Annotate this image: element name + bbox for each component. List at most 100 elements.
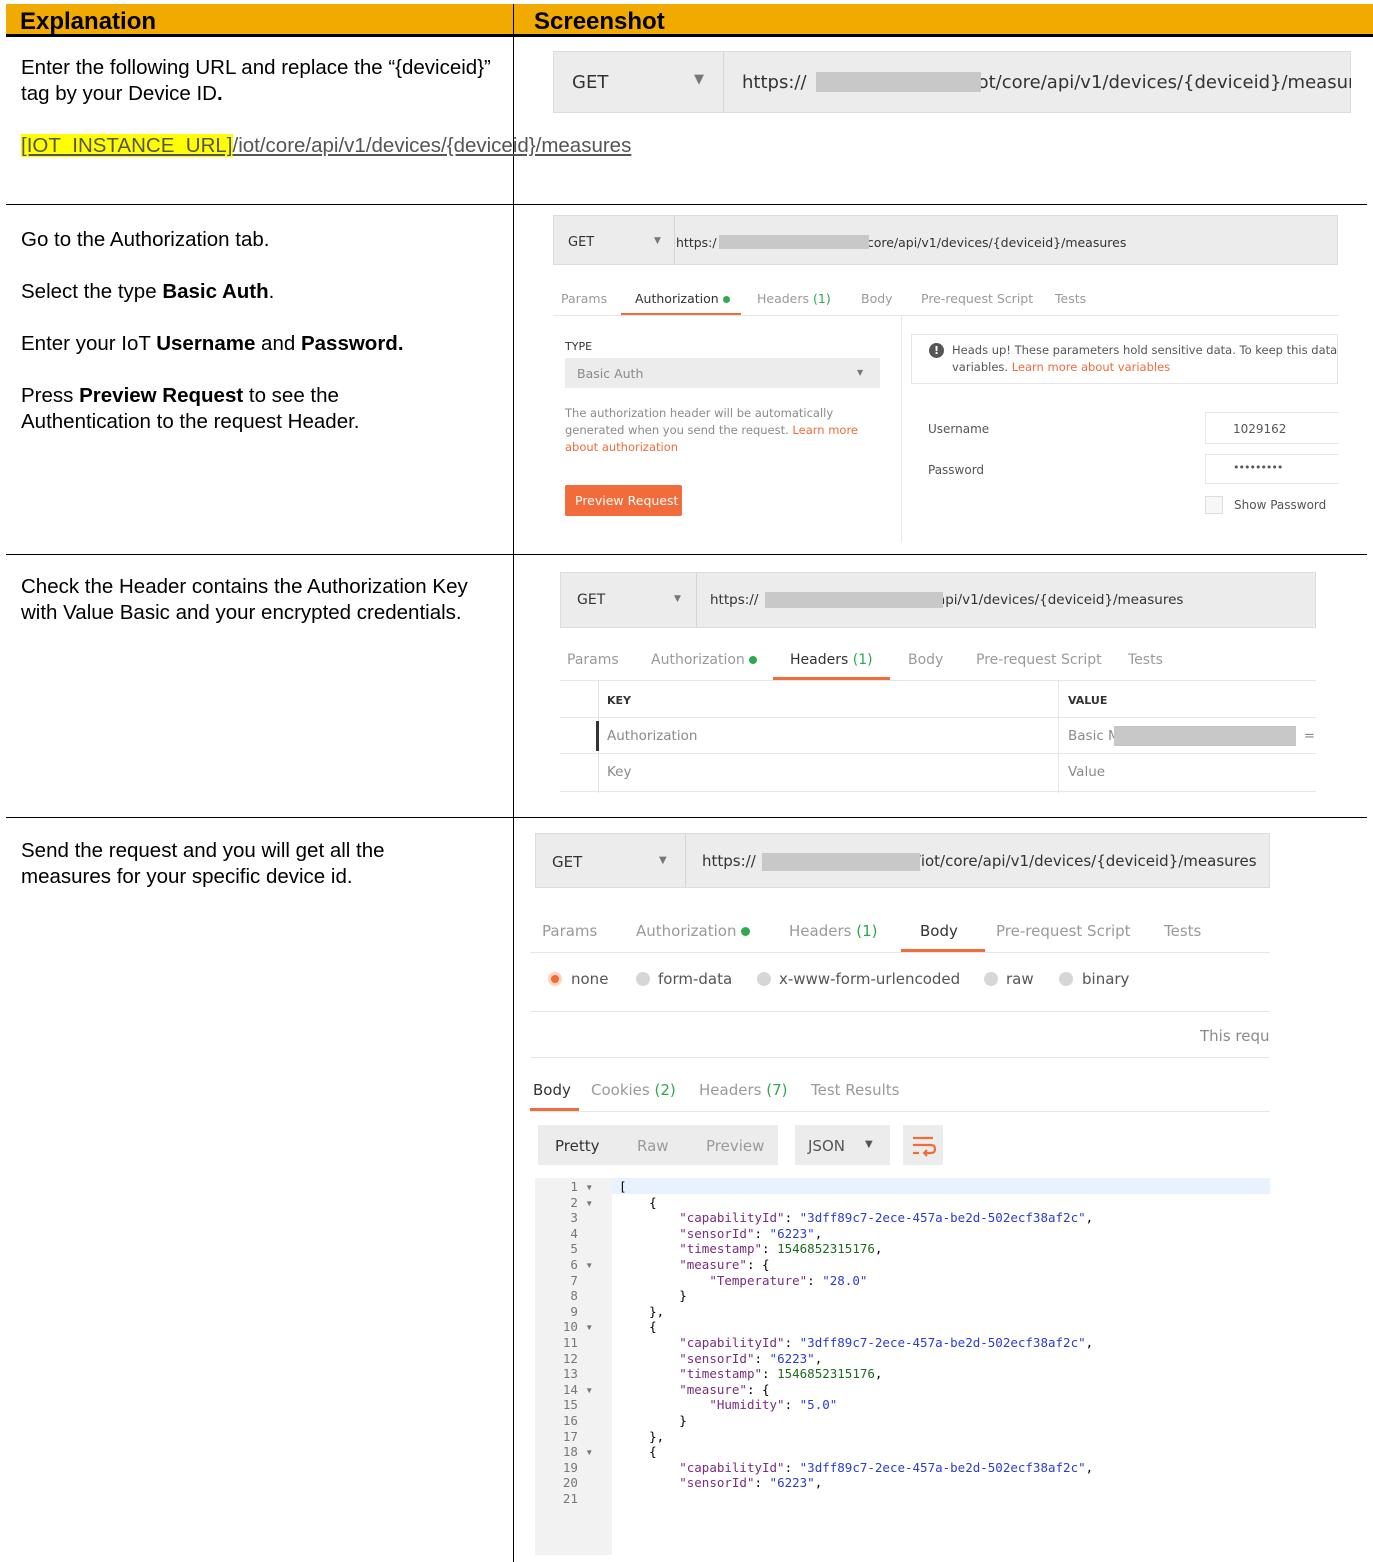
screenshot-url-entry: GET ▼ https:// /iot/core/api/v1/devices/{… [553,51,1351,117]
row4-explanation: Send the request and you will get all th… [21,839,385,888]
alert-icon: ! [929,343,944,358]
radio-binary[interactable] [1059,972,1073,986]
learn-more-variables-link[interactable]: Learn more about variables [1012,360,1170,374]
redaction-bar [719,235,869,249]
tab-pre-request-script[interactable]: Pre-request Script [976,652,1102,668]
section-divider [530,1011,1270,1012]
tab-headers[interactable]: Headers (1) [789,922,877,940]
column-divider [513,4,514,1562]
json-string: "5.0" [799,1397,838,1413]
row1-instruction: Enter the following URL and replace the … [21,55,507,107]
screenshot-authorization: GET ▼ https:/ /core/api/v1/devices/{devic… [553,215,1338,541]
preview-request-button[interactable]: Preview Request [565,485,682,516]
sensitive-data-notice: ! Heads up! These parameters hold sensit… [911,334,1338,384]
row-cursor-marker [596,721,599,751]
tab-params[interactable]: Params [567,652,619,668]
iot-url-link[interactable]: [IOT_INSTANCE_URL]/iot/core/api/v1/devic… [21,133,631,159]
tab-pre-request-script[interactable]: Pre-request Script [996,922,1131,940]
tab-tests[interactable]: Tests [1128,652,1163,668]
header-key-placeholder[interactable]: Key [607,764,631,780]
tab-test-results[interactable]: Test Results [811,1081,899,1099]
json-string: "28.0" [822,1272,868,1288]
preview-request-label: Preview Request [575,493,679,508]
username-label: Username [928,422,990,436]
tab-authorization[interactable]: Authorization [635,291,730,306]
format-value: JSON [808,1137,845,1155]
notice-text: Heads up! These parameters hold sensitiv… [952,343,1338,357]
method-label: GET [577,592,606,608]
row-divider [6,817,1367,818]
tab-cookies[interactable]: Cookies (2) [591,1081,676,1099]
password-field[interactable]: ••••••••• [1205,454,1338,484]
view-pretty-button[interactable]: Pretty [555,1137,600,1155]
show-password-label: Show Password [1234,498,1327,512]
step-text: and [255,332,301,355]
json-string: "3dff89c7-2ece-457a-be2d-502ecf38af2c" [799,1459,1086,1475]
header-value-text: Basic M [1068,728,1120,744]
method-select[interactable]: GET ▼ [561,573,697,627]
row-divider [6,554,1367,555]
url-prefix: https:// [742,72,807,93]
method-select[interactable]: GET ▼ [554,216,675,264]
response-code-viewer[interactable]: 1 ▾ 2 ▾ 3 4 5 6 ▾ 7 8 9 10 ▾ 11 12 13 14 ▾ 15… [535,1178,1270,1555]
screenshot-column-header: Screenshot [534,8,665,35]
view-raw-button[interactable]: Raw [637,1137,669,1155]
tab-tests[interactable]: Tests [1164,922,1201,940]
tab-body[interactable]: Body [861,291,893,306]
tab-response-headers[interactable]: Headers (7) [699,1081,787,1099]
tab-authorization[interactable]: Authorization [651,652,758,668]
tab-body[interactable]: Body [920,922,958,940]
username-field[interactable]: 1029162 [1205,412,1338,444]
json-key: "measure" [679,1256,747,1272]
url-path: /iot/core/api/v1/devices/{deviceid}/meas… [232,134,632,157]
auth-type-select[interactable]: Basic Auth ▼ [565,358,880,388]
status-dot-icon [749,656,758,664]
tab-label: Headers [699,1081,762,1099]
tabs-divider [530,952,1270,953]
tab-tests[interactable]: Tests [1055,291,1086,306]
tabs-divider [553,315,1338,316]
show-password-checkbox[interactable] [1205,496,1223,514]
panel-divider [901,315,902,541]
json-number: 1546852315176 [777,1366,875,1382]
request-url-bar: GET ▼ https:/ /core/api/v1/devices/{devic… [553,215,1338,265]
row1-explanation: Enter the following URL and replace the … [21,55,631,159]
tab-body[interactable]: Body [908,652,943,668]
tab-headers[interactable]: Headers (1) [790,652,873,668]
line-numbers: 1 ▾ 2 ▾ 3 4 5 6 ▾ 7 8 9 10 ▾ 11 12 13 14 ▾ 15… [562,1179,593,1506]
headers-count-badge: (1) [813,291,831,306]
column-header-value: VALUE [1068,694,1108,707]
json-key: "sensorId" [679,1350,755,1366]
tab-params[interactable]: Params [542,922,597,940]
header-value-placeholder[interactable]: Value [1068,764,1105,780]
tab-label: Headers [789,922,852,940]
tab-response-body[interactable]: Body [533,1081,571,1099]
request-url-bar: GET ▼ https:// /api/v1/devices/{deviceid}… [560,572,1316,628]
tab-params[interactable]: Params [561,291,607,306]
status-dot-icon [722,296,730,303]
format-select[interactable]: JSON ▼ [795,1125,890,1165]
radio-raw[interactable] [984,972,998,986]
method-select[interactable]: GET ▼ [536,834,686,887]
step-text: Enter your IoT [21,332,157,355]
row3-explanation: Check the Header contains the Authorizat… [21,575,468,624]
type-label: TYPE [565,340,593,353]
method-select[interactable]: GET ▼ [554,52,724,112]
wrap-lines-button[interactable] [903,1125,943,1165]
radio-none[interactable] [548,972,562,986]
json-number: 1546852315176 [777,1241,875,1257]
tab-pre-request-script[interactable]: Pre-request Script [921,291,1033,306]
step-text: . [268,280,275,303]
json-string: "6223" [769,1475,815,1491]
radio-x-www-form-urlencoded[interactable] [757,972,771,986]
response-headers-count-badge: (7) [766,1081,788,1099]
tab-authorization[interactable]: Authorization [636,922,751,940]
method-label: GET [552,853,583,871]
table-header: Explanation Screenshot [6,4,1373,37]
redaction-bar [762,853,920,871]
view-preview-button[interactable]: Preview [706,1137,764,1155]
radio-form-data[interactable] [636,972,650,986]
tab-headers[interactable]: Headers (1) [757,291,831,306]
header-key-authorization[interactable]: Authorization [607,728,697,744]
explanation-column-header: Explanation [20,8,157,35]
